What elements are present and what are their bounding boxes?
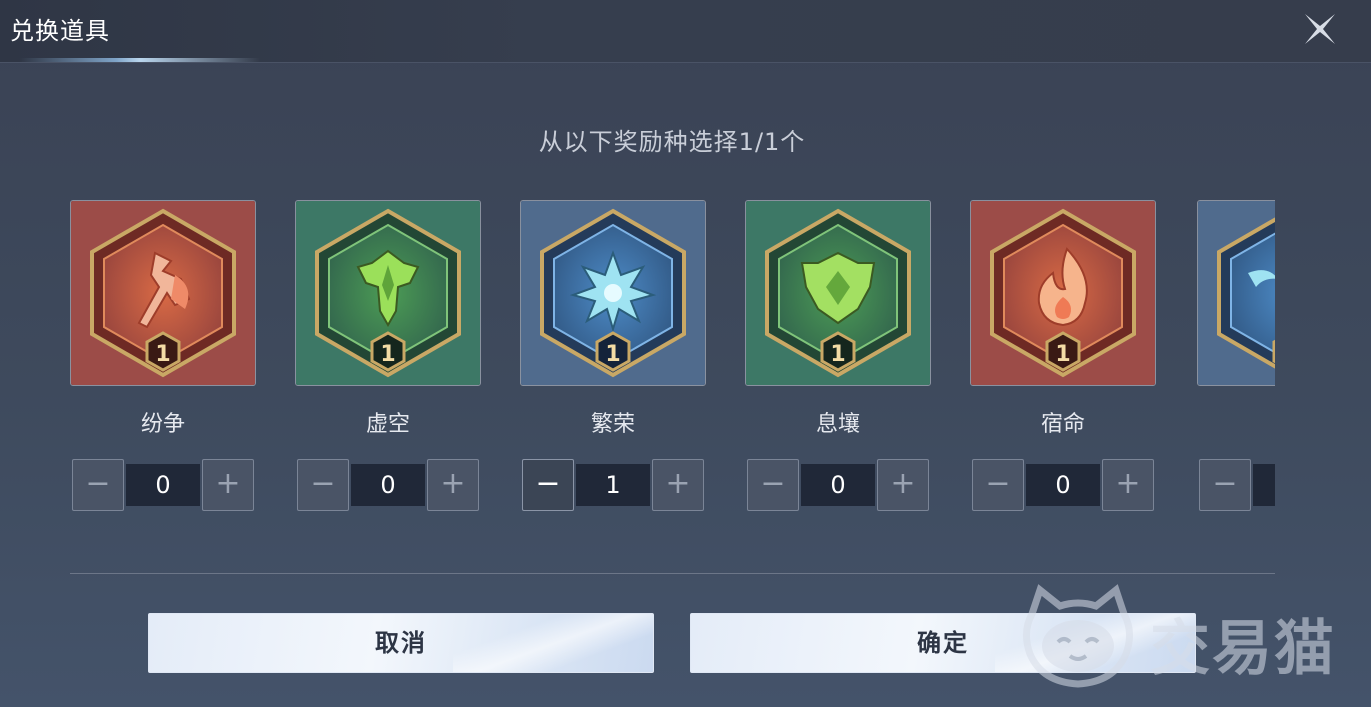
decrease-button[interactable]: −	[522, 459, 574, 511]
quantity-stepper: − 0 +	[72, 459, 256, 513]
tier-badge: 1	[605, 342, 620, 367]
decrease-button[interactable]: −	[1199, 459, 1251, 511]
leaf-shield-icon: 1	[746, 201, 930, 385]
quantity-value: 1	[576, 464, 650, 506]
quantity-value	[1253, 464, 1275, 506]
close-button[interactable]	[1299, 8, 1341, 50]
decrease-button[interactable]: −	[747, 459, 799, 511]
cat-logo-icon	[1023, 584, 1133, 688]
quantity-stepper: − 0 +	[297, 459, 481, 513]
decrease-button[interactable]: −	[72, 459, 124, 511]
quantity-stepper: − 0 +	[747, 459, 931, 513]
void-crest-icon: 1	[296, 201, 480, 385]
reward-item: 1 繁荣 − 1 +	[520, 198, 706, 518]
cancel-label: 取消	[375, 629, 427, 657]
dialog-title: 兑换道具	[10, 17, 110, 45]
tier-badge: 1	[830, 342, 845, 367]
decrease-button[interactable]: −	[972, 459, 1024, 511]
quantity-stepper: − 0 +	[972, 459, 1156, 513]
decrease-button[interactable]: −	[297, 459, 349, 511]
confirm-label: 确定	[917, 629, 969, 657]
reward-tile[interactable]: 1	[970, 200, 1156, 386]
increase-button[interactable]: +	[202, 459, 254, 511]
reward-list: 1 纷争 − 0 + 1 虚空 − 0 + 1 繁荣 − 1 + 1 息壤 − …	[70, 198, 1275, 528]
increase-button[interactable]: +	[877, 459, 929, 511]
divider	[70, 573, 1275, 574]
watermark-text: 交易猫	[1150, 614, 1336, 684]
reward-name: 繁荣	[590, 412, 635, 437]
tier-badge: 1	[155, 342, 170, 367]
reward-tile[interactable]: 1	[745, 200, 931, 386]
button-sheen	[453, 614, 653, 672]
reward-item: 1 纷争 − 0 +	[70, 198, 256, 518]
watermark: 交易猫	[1018, 584, 1348, 688]
reward-tile[interactable]: 1	[70, 200, 256, 386]
quantity-stepper: −	[1199, 459, 1275, 513]
header-glow	[20, 58, 260, 62]
tier-badge: 1	[1055, 342, 1070, 367]
star-snowflake-icon: 1	[521, 201, 705, 385]
increase-button[interactable]: +	[1102, 459, 1154, 511]
axe-icon: 1	[71, 201, 255, 385]
close-icon	[1305, 14, 1335, 44]
reward-name: 纷争	[140, 412, 185, 437]
increase-button[interactable]: +	[652, 459, 704, 511]
flame-icon: 1	[971, 201, 1155, 385]
reward-item: 1 息壤 − 0 +	[745, 198, 931, 518]
quantity-value: 0	[351, 464, 425, 506]
reward-tile[interactable]: 1	[520, 200, 706, 386]
reward-name: 虚空	[365, 412, 410, 437]
selection-hint: 从以下奖励种选择1/1个	[538, 128, 806, 156]
reward-name: 宿命	[1040, 412, 1085, 437]
quantity-value: 0	[801, 464, 875, 506]
reward-tile[interactable]	[1197, 200, 1275, 386]
increase-button[interactable]: +	[427, 459, 479, 511]
dialog-header: 兑换道具	[0, 0, 1371, 63]
partial-blue-icon	[1198, 201, 1275, 385]
reward-tile[interactable]: 1	[295, 200, 481, 386]
quantity-value: 0	[126, 464, 200, 506]
quantity-stepper: − 1 +	[522, 459, 706, 513]
quantity-value: 0	[1026, 464, 1100, 506]
reward-name: 息壤	[815, 412, 860, 437]
tier-badge: 1	[380, 342, 395, 367]
cancel-button[interactable]: 取消	[148, 613, 654, 673]
reward-item-partial: −	[1197, 198, 1275, 518]
reward-item: 1 宿命 − 0 +	[970, 198, 1156, 518]
reward-item: 1 虚空 − 0 +	[295, 198, 481, 518]
